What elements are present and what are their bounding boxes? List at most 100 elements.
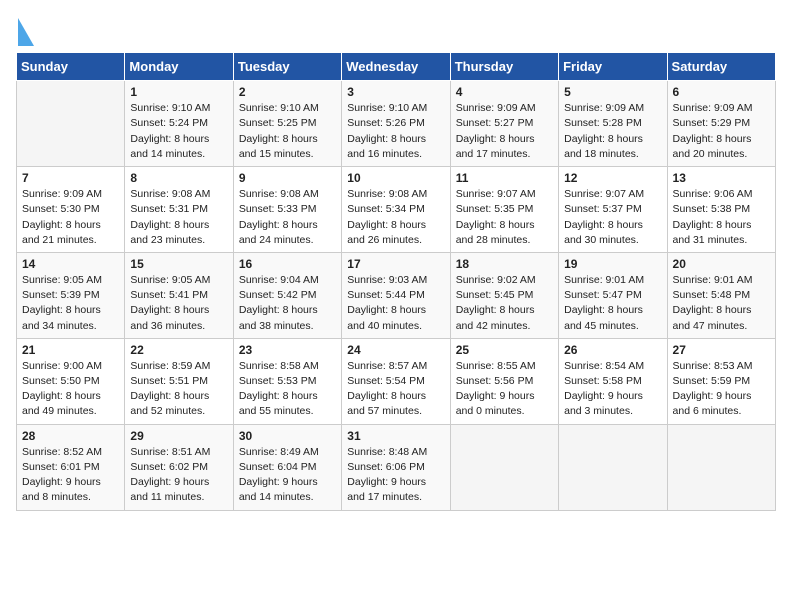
cell-content: Sunrise: 9:03 AM Sunset: 5:44 PM Dayligh… bbox=[347, 273, 444, 334]
day-number: 13 bbox=[673, 171, 770, 185]
day-number: 20 bbox=[673, 257, 770, 271]
calendar-week-row: 28Sunrise: 8:52 AM Sunset: 6:01 PM Dayli… bbox=[17, 424, 776, 510]
cell-content: Sunrise: 9:10 AM Sunset: 5:26 PM Dayligh… bbox=[347, 101, 444, 162]
cell-content: Sunrise: 9:07 AM Sunset: 5:37 PM Dayligh… bbox=[564, 187, 661, 248]
day-number: 18 bbox=[456, 257, 553, 271]
cell-content: Sunrise: 9:00 AM Sunset: 5:50 PM Dayligh… bbox=[22, 359, 119, 420]
calendar-cell: 23 Sunrise: 8:58 AM Sunset: 5:53 PM Dayli… bbox=[233, 338, 341, 424]
day-number: 29 bbox=[130, 429, 227, 443]
calendar-cell: 27 Sunrise: 8:53 AM Sunset: 5:59 PM Dayli… bbox=[667, 338, 775, 424]
cell-content: Sunrise: 9:01 AM Sunset: 5:48 PM Dayligh… bbox=[673, 273, 770, 334]
calendar-cell: 19 Sunrise: 9:01 AM Sunset: 5:47 PM Dayli… bbox=[559, 252, 667, 338]
day-number: 11 bbox=[456, 171, 553, 185]
day-number: 8 bbox=[130, 171, 227, 185]
cell-content: Sunrise: 8:58 AM Sunset: 5:53 PM Dayligh… bbox=[239, 359, 336, 420]
calendar-cell: 6 Sunrise: 9:09 AM Sunset: 5:29 PM Daylig… bbox=[667, 81, 775, 167]
calendar-cell: 31 Sunrise: 8:48 AM Sunset: 6:06 PM Dayli… bbox=[342, 424, 450, 510]
day-number: 25 bbox=[456, 343, 553, 357]
cell-content: Sunrise: 9:09 AM Sunset: 5:28 PM Dayligh… bbox=[564, 101, 661, 162]
column-header-friday: Friday bbox=[559, 53, 667, 81]
calendar-cell: 28Sunrise: 8:52 AM Sunset: 6:01 PM Dayli… bbox=[17, 424, 125, 510]
day-number: 14 bbox=[22, 257, 119, 271]
cell-content: Sunrise: 9:09 AM Sunset: 5:29 PM Dayligh… bbox=[673, 101, 770, 162]
cell-content: Sunrise: 9:10 AM Sunset: 5:25 PM Dayligh… bbox=[239, 101, 336, 162]
cell-content: Sunrise: 9:08 AM Sunset: 5:34 PM Dayligh… bbox=[347, 187, 444, 248]
day-number: 12 bbox=[564, 171, 661, 185]
day-number: 19 bbox=[564, 257, 661, 271]
calendar-cell: 13 Sunrise: 9:06 AM Sunset: 5:38 PM Dayli… bbox=[667, 167, 775, 253]
cell-content: Sunrise: 9:05 AM Sunset: 5:41 PM Dayligh… bbox=[130, 273, 227, 334]
cell-content: Sunrise: 9:09 AM Sunset: 5:27 PM Dayligh… bbox=[456, 101, 553, 162]
calendar-cell: 9 Sunrise: 9:08 AM Sunset: 5:33 PM Daylig… bbox=[233, 167, 341, 253]
calendar-cell: 4 Sunrise: 9:09 AM Sunset: 5:27 PM Daylig… bbox=[450, 81, 558, 167]
column-header-monday: Monday bbox=[125, 53, 233, 81]
cell-content: Sunrise: 8:57 AM Sunset: 5:54 PM Dayligh… bbox=[347, 359, 444, 420]
cell-content: Sunrise: 8:54 AM Sunset: 5:58 PM Dayligh… bbox=[564, 359, 661, 420]
cell-content: Sunrise: 8:48 AM Sunset: 6:06 PM Dayligh… bbox=[347, 445, 444, 506]
calendar-week-row: 1 Sunrise: 9:10 AM Sunset: 5:24 PM Daylig… bbox=[17, 81, 776, 167]
cell-content: Sunrise: 9:08 AM Sunset: 5:31 PM Dayligh… bbox=[130, 187, 227, 248]
calendar-cell: 14 Sunrise: 9:05 AM Sunset: 5:39 PM Dayli… bbox=[17, 252, 125, 338]
calendar-cell: 2 Sunrise: 9:10 AM Sunset: 5:25 PM Daylig… bbox=[233, 81, 341, 167]
calendar-week-row: 14 Sunrise: 9:05 AM Sunset: 5:39 PM Dayli… bbox=[17, 252, 776, 338]
calendar-cell: 12 Sunrise: 9:07 AM Sunset: 5:37 PM Dayli… bbox=[559, 167, 667, 253]
calendar-table: SundayMondayTuesdayWednesdayThursdayFrid… bbox=[16, 52, 776, 510]
day-number: 1 bbox=[130, 85, 227, 99]
calendar-cell: 11 Sunrise: 9:07 AM Sunset: 5:35 PM Dayli… bbox=[450, 167, 558, 253]
calendar-cell bbox=[559, 424, 667, 510]
calendar-cell bbox=[17, 81, 125, 167]
day-number: 4 bbox=[456, 85, 553, 99]
cell-content: Sunrise: 9:10 AM Sunset: 5:24 PM Dayligh… bbox=[130, 101, 227, 162]
day-number: 31 bbox=[347, 429, 444, 443]
cell-content: Sunrise: 9:02 AM Sunset: 5:45 PM Dayligh… bbox=[456, 273, 553, 334]
calendar-cell bbox=[667, 424, 775, 510]
calendar-cell: 16 Sunrise: 9:04 AM Sunset: 5:42 PM Dayli… bbox=[233, 252, 341, 338]
calendar-cell: 24 Sunrise: 8:57 AM Sunset: 5:54 PM Dayli… bbox=[342, 338, 450, 424]
day-number: 16 bbox=[239, 257, 336, 271]
column-header-thursday: Thursday bbox=[450, 53, 558, 81]
calendar-cell: 29 Sunrise: 8:51 AM Sunset: 6:02 PM Dayli… bbox=[125, 424, 233, 510]
cell-content: Sunrise: 8:59 AM Sunset: 5:51 PM Dayligh… bbox=[130, 359, 227, 420]
page-header bbox=[16, 16, 776, 40]
calendar-cell bbox=[450, 424, 558, 510]
calendar-cell: 25 Sunrise: 8:55 AM Sunset: 5:56 PM Dayli… bbox=[450, 338, 558, 424]
column-header-tuesday: Tuesday bbox=[233, 53, 341, 81]
day-number: 28 bbox=[22, 429, 119, 443]
cell-content: Sunrise: 8:53 AM Sunset: 5:59 PM Dayligh… bbox=[673, 359, 770, 420]
calendar-cell: 10 Sunrise: 9:08 AM Sunset: 5:34 PM Dayli… bbox=[342, 167, 450, 253]
cell-content: Sunrise: 9:01 AM Sunset: 5:47 PM Dayligh… bbox=[564, 273, 661, 334]
cell-content: Sunrise: 9:08 AM Sunset: 5:33 PM Dayligh… bbox=[239, 187, 336, 248]
calendar-cell: 18 Sunrise: 9:02 AM Sunset: 5:45 PM Dayli… bbox=[450, 252, 558, 338]
cell-content: Sunrise: 9:04 AM Sunset: 5:42 PM Dayligh… bbox=[239, 273, 336, 334]
cell-content: Sunrise: 8:49 AM Sunset: 6:04 PM Dayligh… bbox=[239, 445, 336, 506]
calendar-cell: 17 Sunrise: 9:03 AM Sunset: 5:44 PM Dayli… bbox=[342, 252, 450, 338]
day-number: 7 bbox=[22, 171, 119, 185]
calendar-week-row: 21 Sunrise: 9:00 AM Sunset: 5:50 PM Dayli… bbox=[17, 338, 776, 424]
day-number: 24 bbox=[347, 343, 444, 357]
cell-content: Sunrise: 9:05 AM Sunset: 5:39 PM Dayligh… bbox=[22, 273, 119, 334]
calendar-cell: 5Sunrise: 9:09 AM Sunset: 5:28 PM Daylig… bbox=[559, 81, 667, 167]
day-number: 15 bbox=[130, 257, 227, 271]
cell-content: Sunrise: 8:51 AM Sunset: 6:02 PM Dayligh… bbox=[130, 445, 227, 506]
cell-content: Sunrise: 8:55 AM Sunset: 5:56 PM Dayligh… bbox=[456, 359, 553, 420]
cell-content: Sunrise: 9:07 AM Sunset: 5:35 PM Dayligh… bbox=[456, 187, 553, 248]
day-number: 26 bbox=[564, 343, 661, 357]
cell-content: Sunrise: 9:06 AM Sunset: 5:38 PM Dayligh… bbox=[673, 187, 770, 248]
calendar-header-row: SundayMondayTuesdayWednesdayThursdayFrid… bbox=[17, 53, 776, 81]
day-number: 21 bbox=[22, 343, 119, 357]
column-header-sunday: Sunday bbox=[17, 53, 125, 81]
day-number: 9 bbox=[239, 171, 336, 185]
day-number: 23 bbox=[239, 343, 336, 357]
calendar-cell: 7 Sunrise: 9:09 AM Sunset: 5:30 PM Daylig… bbox=[17, 167, 125, 253]
calendar-cell: 15 Sunrise: 9:05 AM Sunset: 5:41 PM Dayli… bbox=[125, 252, 233, 338]
calendar-cell: 21 Sunrise: 9:00 AM Sunset: 5:50 PM Dayli… bbox=[17, 338, 125, 424]
day-number: 6 bbox=[673, 85, 770, 99]
day-number: 10 bbox=[347, 171, 444, 185]
day-number: 3 bbox=[347, 85, 444, 99]
column-header-saturday: Saturday bbox=[667, 53, 775, 81]
day-number: 17 bbox=[347, 257, 444, 271]
day-number: 2 bbox=[239, 85, 336, 99]
cell-content: Sunrise: 9:09 AM Sunset: 5:30 PM Dayligh… bbox=[22, 187, 119, 248]
calendar-cell: 20 Sunrise: 9:01 AM Sunset: 5:48 PM Dayli… bbox=[667, 252, 775, 338]
day-number: 27 bbox=[673, 343, 770, 357]
